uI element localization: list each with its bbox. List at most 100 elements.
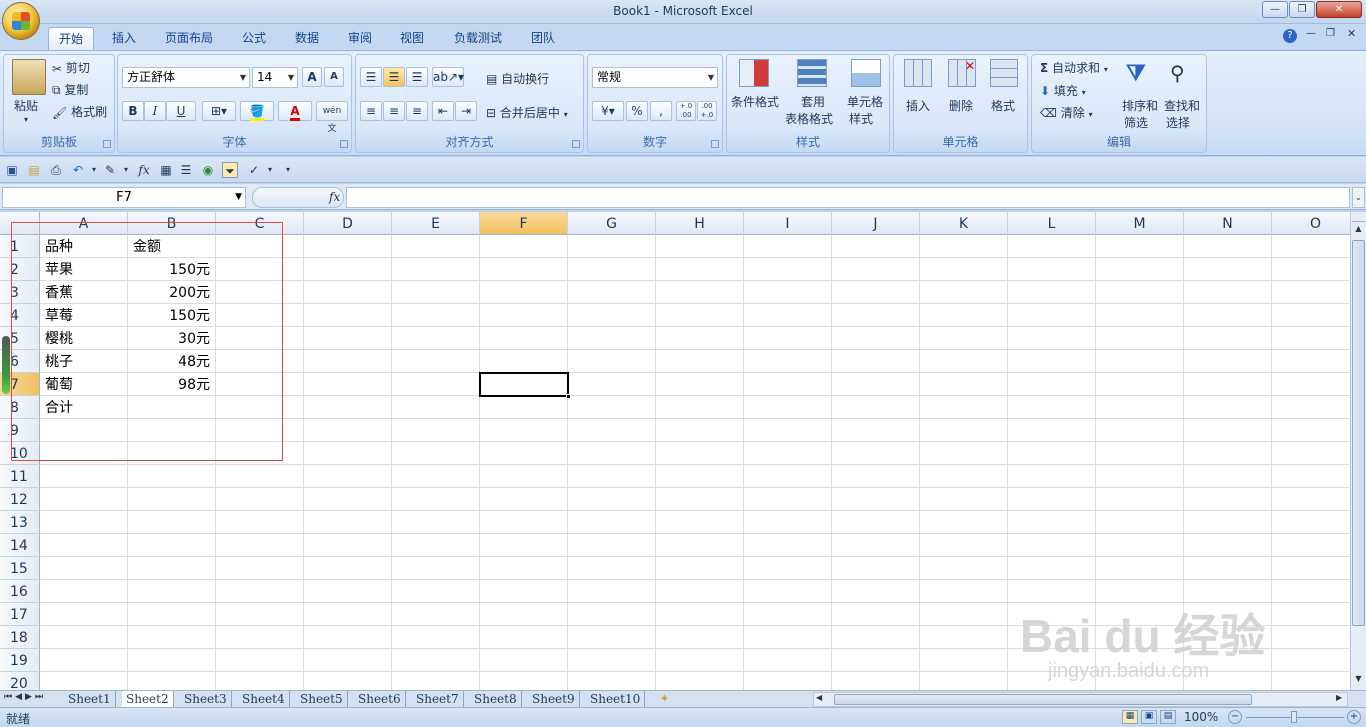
scroll-up-icon[interactable]: ▲ — [1352, 224, 1365, 237]
cell-a4[interactable]: 草莓 — [45, 304, 125, 327]
decrease-indent-button[interactable]: ⇤ — [432, 101, 454, 121]
fill-button[interactable]: ⬇ 填充 ▾ — [1040, 82, 1086, 99]
font-size-combo[interactable]: 14 ▼ — [252, 67, 298, 88]
find-select-label-1[interactable]: 查找和 — [1164, 97, 1200, 114]
column-header[interactable]: E — [392, 212, 480, 235]
function-icon[interactable]: fx — [136, 162, 152, 178]
cell-a3[interactable]: 香蕉 — [45, 281, 125, 304]
accounting-button[interactable]: ¥▾ — [592, 101, 624, 121]
fill-color-button[interactable]: 🪣 — [240, 101, 274, 121]
orientation-button[interactable]: ab↗▾ — [432, 67, 464, 87]
column-header[interactable]: G — [568, 212, 656, 235]
shrink-font-button[interactable]: A — [324, 67, 344, 87]
row-header[interactable]: 16 — [0, 580, 40, 603]
open-folder-icon[interactable]: ▤ — [26, 162, 42, 178]
cell-styles-button[interactable]: 样式 — [849, 110, 873, 127]
fill-handle[interactable] — [566, 394, 571, 399]
align-top-button[interactable]: ☰ — [360, 67, 382, 87]
row-header[interactable]: 9 — [0, 419, 40, 442]
row-header[interactable]: 13 — [0, 511, 40, 534]
scroll-thumb[interactable] — [1352, 240, 1365, 626]
paste-button[interactable]: 粘贴 — [14, 97, 38, 114]
undo-dropdown-icon[interactable]: ▾ — [86, 162, 102, 178]
column-header[interactable]: N — [1184, 212, 1272, 235]
cell-a8[interactable]: 合计 — [45, 396, 125, 419]
scroll-right-icon[interactable]: ▶ — [1336, 693, 1342, 702]
print-preview-icon[interactable]: ⎙ — [48, 162, 64, 178]
row-header[interactable]: 17 — [0, 603, 40, 626]
scroll-left-icon[interactable]: ◀ — [816, 693, 822, 702]
save-icon[interactable]: ▣ — [4, 162, 20, 178]
spelling-dropdown-icon[interactable]: ▾ — [262, 162, 278, 178]
filter-icon[interactable]: ⏷ — [222, 162, 238, 178]
column-header[interactable]: L — [1008, 212, 1096, 235]
page-break-view-icon[interactable]: ▤ — [1160, 710, 1176, 724]
format-cells-button[interactable]: 格式 — [991, 97, 1015, 114]
zoom-in-icon[interactable]: + — [1347, 710, 1361, 724]
italic-button[interactable]: I — [144, 101, 166, 121]
row-header[interactable]: 20 — [0, 672, 40, 690]
row-header[interactable]: 12 — [0, 488, 40, 511]
column-header[interactable]: M — [1096, 212, 1184, 235]
increase-decimal-button[interactable]: +.0 .00 — [676, 101, 696, 121]
column-header[interactable]: F — [480, 212, 568, 235]
cell-b1[interactable]: 金额 — [133, 235, 213, 258]
tab-load-test[interactable]: 负载测试 — [444, 27, 512, 50]
normal-view-icon[interactable]: ▦ — [1122, 710, 1138, 724]
insert-cells-button[interactable]: 插入 — [906, 97, 930, 114]
copy-button[interactable]: ⧉ 复制 — [52, 81, 88, 98]
name-box[interactable]: F7 ▼ — [2, 187, 246, 208]
autosum-button[interactable]: Σ 自动求和 ▾ — [1040, 59, 1108, 76]
sheet-tab[interactable]: Sheet8 — [470, 691, 522, 708]
split-box[interactable] — [1352, 212, 1365, 222]
row-header[interactable]: 3 — [0, 281, 40, 304]
column-header[interactable]: C — [216, 212, 304, 235]
rows-icon[interactable]: ☰ — [178, 162, 194, 178]
cell-b7[interactable]: 98元 — [128, 373, 210, 396]
cell-styles-label-1[interactable]: 单元格 — [847, 93, 883, 110]
insert-sheet-icon[interactable]: ✦ — [660, 692, 669, 705]
grid-icon[interactable]: ▦ — [158, 162, 174, 178]
spelling-icon[interactable]: ✓ — [246, 162, 262, 178]
column-header[interactable]: B — [128, 212, 216, 235]
insert-function-icon[interactable]: fx — [329, 190, 340, 204]
office-button[interactable] — [2, 2, 40, 40]
active-cell-f7[interactable] — [479, 372, 571, 399]
minimize-button[interactable]: — — [1262, 1, 1288, 18]
paste-dropdown-icon[interactable]: ▾ — [24, 115, 28, 124]
cell-a5[interactable]: 樱桃 — [45, 327, 125, 350]
column-header[interactable]: H — [656, 212, 744, 235]
align-middle-button[interactable]: ☰ — [383, 67, 405, 87]
horizontal-scrollbar[interactable]: ◀ ▶ — [813, 692, 1348, 707]
tab-home[interactable]: 开始 — [48, 27, 95, 50]
ribbon-restore-icon[interactable]: ❐ — [1326, 28, 1335, 39]
zoom-level[interactable]: 100% — [1184, 710, 1218, 724]
format-painter-button[interactable]: 🖌 格式刷 — [52, 103, 107, 120]
comma-button[interactable]: , — [650, 101, 672, 121]
row-header[interactable]: 18 — [0, 626, 40, 649]
sort-filter-label-1[interactable]: 排序和 — [1122, 97, 1158, 114]
cell-b6[interactable]: 48元 — [128, 350, 210, 373]
worksheet-grid[interactable]: ABCDEFGHIJKLMNO 1 2 3 4 5 6 7 8 9 10 11 12 13 14 15 16 1… — [0, 212, 1350, 690]
cell-b8[interactable] — [128, 396, 210, 419]
draw-border-icon[interactable]: ✎ — [102, 162, 118, 178]
borders-button[interactable]: ⊞▾ — [202, 101, 236, 121]
column-header[interactable]: A — [40, 212, 128, 235]
sheet-tab[interactable]: Sheet9 — [528, 691, 580, 708]
sheet-tab[interactable]: Sheet6 — [354, 691, 406, 708]
row-header[interactable]: 10 — [0, 442, 40, 465]
row-header[interactable]: 11 — [0, 465, 40, 488]
draw-border-dropdown-icon[interactable]: ▾ — [118, 162, 134, 178]
align-right-button[interactable]: ≡ — [406, 101, 428, 121]
cell-a1[interactable]: 品种 — [45, 235, 125, 258]
sheet-tab[interactable]: Sheet7 — [412, 691, 464, 708]
column-header[interactable]: K — [920, 212, 1008, 235]
cell-b3[interactable]: 200元 — [128, 281, 210, 304]
table-format-button[interactable]: 表格格式 — [785, 110, 833, 127]
wrap-text-button[interactable]: ▤ 自动换行 — [486, 70, 549, 87]
sort-filter-button[interactable]: 筛选 — [1124, 114, 1148, 131]
align-left-button[interactable]: ≡ — [360, 101, 382, 121]
tab-page-layout[interactable]: 页面布局 — [155, 27, 223, 50]
sheet-tab[interactable]: Sheet4 — [238, 691, 290, 708]
cell-b4[interactable]: 150元 — [128, 304, 210, 327]
